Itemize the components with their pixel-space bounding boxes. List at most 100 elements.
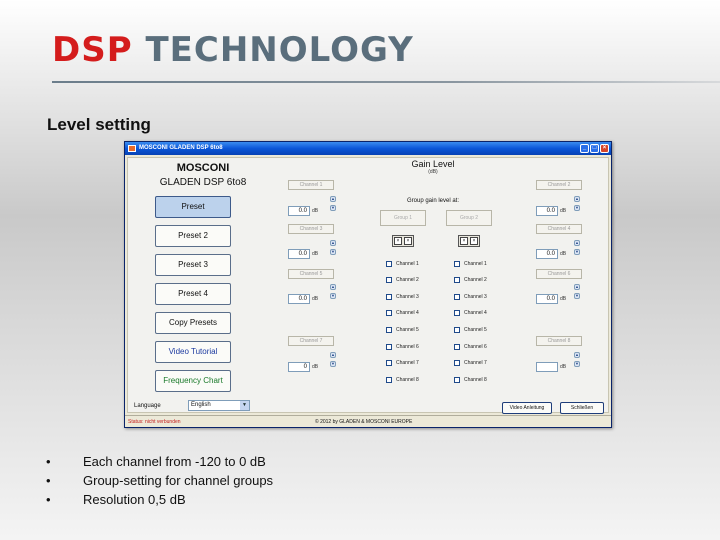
channel-4-button[interactable]: Channel 4 bbox=[536, 224, 582, 234]
channel-8-value[interactable] bbox=[536, 362, 558, 372]
group-2-check-row[interactable]: Channel 3 bbox=[454, 294, 487, 300]
group-1-check-row[interactable]: Channel 5 bbox=[386, 327, 419, 333]
channel-7-unit: dB bbox=[312, 364, 319, 370]
preset-3-button[interactable]: Preset 3 bbox=[155, 254, 231, 276]
spin-down-icon[interactable]: ▼ bbox=[574, 361, 580, 367]
spin-up-icon[interactable]: ▲ bbox=[574, 240, 580, 246]
check-label: Channel 5 bbox=[396, 327, 419, 333]
group-1-check-row[interactable]: Channel 3 bbox=[386, 294, 419, 300]
channel-4-value[interactable]: 0.0 bbox=[536, 249, 558, 259]
channel-4-spinner[interactable]: ▲ ▼ bbox=[574, 240, 580, 255]
spin-up-icon[interactable]: ▲ bbox=[574, 284, 580, 290]
spin-up-icon[interactable]: ▲ bbox=[330, 284, 336, 290]
spin-down-icon[interactable]: ▼ bbox=[574, 293, 580, 299]
spin-up-icon[interactable]: ▲ bbox=[330, 352, 336, 358]
checkbox[interactable] bbox=[386, 360, 392, 366]
preset-4-button[interactable]: Preset 4 bbox=[155, 283, 231, 305]
channel-5-value[interactable]: 0.0 bbox=[288, 294, 310, 304]
group-2-check-row[interactable]: Channel 8 bbox=[454, 377, 487, 383]
group-1-check-row[interactable]: Channel 7 bbox=[386, 360, 419, 366]
checkbox[interactable] bbox=[386, 310, 392, 316]
group-2-check-row[interactable]: Channel 4 bbox=[454, 310, 487, 316]
channel-7-spinner[interactable]: ▲ ▼ bbox=[330, 352, 336, 367]
spin-up-icon[interactable]: ▲ bbox=[330, 196, 336, 202]
channel-7-value[interactable]: 0 bbox=[288, 362, 310, 372]
spin-down-icon[interactable]: ▼ bbox=[330, 293, 336, 299]
spin-down-icon[interactable]: ▼ bbox=[330, 361, 336, 367]
copy-presets-button[interactable]: Copy Presets bbox=[155, 312, 231, 334]
checkbox[interactable] bbox=[454, 294, 460, 300]
group-1-check-row[interactable]: Channel 8 bbox=[386, 377, 419, 383]
language-select[interactable]: English ▼ bbox=[188, 400, 250, 411]
checkbox[interactable] bbox=[454, 377, 460, 383]
spin-down-icon[interactable]: ▼ bbox=[330, 205, 336, 211]
group-1-indicator[interactable]: × × bbox=[392, 235, 414, 247]
bullet-list: • Each channel from -120 to 0 dB • Group-s… bbox=[46, 452, 273, 509]
channel-8-spinner[interactable]: ▲ ▼ bbox=[574, 352, 580, 367]
channel-5-spinner[interactable]: ▲ ▼ bbox=[330, 284, 336, 299]
channel-6-value[interactable]: 0.0 bbox=[536, 294, 558, 304]
spin-down-icon[interactable]: ▼ bbox=[330, 249, 336, 255]
checkbox[interactable] bbox=[454, 327, 460, 333]
bullet-icon: • bbox=[46, 454, 51, 469]
spin-up-icon[interactable]: ▲ bbox=[574, 196, 580, 202]
channel-1-spinner[interactable]: ▲ ▼ bbox=[330, 196, 336, 211]
spin-up-icon[interactable]: ▲ bbox=[330, 240, 336, 246]
group-2-check-row[interactable]: Channel 7 bbox=[454, 360, 487, 366]
checkbox[interactable] bbox=[386, 294, 392, 300]
spin-up-icon[interactable]: ▲ bbox=[574, 352, 580, 358]
group-1-check-row[interactable]: Channel 6 bbox=[386, 344, 419, 350]
checkbox[interactable] bbox=[386, 344, 392, 350]
preset-2-button[interactable]: Preset 2 bbox=[155, 225, 231, 247]
group-2-check-row[interactable]: Channel 2 bbox=[454, 277, 487, 283]
channel-6-button[interactable]: Channel 6 bbox=[536, 269, 582, 279]
video-tutorial-button[interactable]: Video Tutorial bbox=[155, 341, 231, 363]
group-1-check-row[interactable]: Channel 1 bbox=[386, 261, 419, 267]
channel-8-button[interactable]: Channel 8 bbox=[536, 336, 582, 346]
channel-2-spinner[interactable]: ▲ ▼ bbox=[574, 196, 580, 211]
channel-2-button[interactable]: Channel 2 bbox=[536, 180, 582, 190]
group-2-check-row[interactable]: Channel 1 bbox=[454, 261, 487, 267]
checkbox[interactable] bbox=[454, 310, 460, 316]
frequency-chart-button[interactable]: Frequency Chart bbox=[155, 370, 231, 392]
group-2-check-row[interactable]: Channel 6 bbox=[454, 344, 487, 350]
channel-2-value[interactable]: 0.0 bbox=[536, 206, 558, 216]
group-1-box[interactable]: Group 1 bbox=[380, 210, 426, 226]
group-1-check-row[interactable]: Channel 2 bbox=[386, 277, 419, 283]
checkbox[interactable] bbox=[386, 377, 392, 383]
spin-down-icon[interactable]: ▼ bbox=[574, 205, 580, 211]
chevron-down-icon[interactable]: ▼ bbox=[240, 401, 249, 410]
group-2-box[interactable]: Group 2 bbox=[446, 210, 492, 226]
channel-3-value[interactable]: 0.0 bbox=[288, 249, 310, 259]
channel-5-button[interactable]: Channel 5 bbox=[288, 269, 334, 279]
preset-button[interactable]: Preset bbox=[155, 196, 231, 218]
checkbox[interactable] bbox=[386, 277, 392, 283]
channel-6-spinner[interactable]: ▲ ▼ bbox=[574, 284, 580, 299]
checkbox[interactable] bbox=[386, 261, 392, 267]
close-button[interactable]: × bbox=[600, 144, 609, 153]
channel-3-spinner[interactable]: ▲ ▼ bbox=[330, 240, 336, 255]
checkbox[interactable] bbox=[454, 261, 460, 267]
group-2-check-row[interactable]: Channel 5 bbox=[454, 327, 487, 333]
spin-down-icon[interactable]: ▼ bbox=[574, 249, 580, 255]
model-label: GLADEN DSP 6to8 bbox=[159, 177, 247, 188]
maximize-button[interactable]: □ bbox=[590, 144, 599, 153]
copyright-text: © 2012 by GLADEN & MOSCONI EUROPE bbox=[315, 419, 413, 425]
minimize-button[interactable]: _ bbox=[580, 144, 589, 153]
checkbox[interactable] bbox=[454, 360, 460, 366]
checkbox[interactable] bbox=[454, 344, 460, 350]
checkbox[interactable] bbox=[386, 327, 392, 333]
checkbox[interactable] bbox=[454, 277, 460, 283]
check-label: Channel 4 bbox=[396, 310, 419, 316]
channel-1-button[interactable]: Channel 1 bbox=[288, 180, 334, 190]
app-window: MOSCONI GLADEN DSP 6to8 _ □ × MOSCONI GL… bbox=[124, 141, 612, 428]
channel-3-button[interactable]: Channel 3 bbox=[288, 224, 334, 234]
channel-1-value[interactable]: 0.0 bbox=[288, 206, 310, 216]
group-2-indicator[interactable]: × × bbox=[458, 235, 480, 247]
channel-7-button[interactable]: Channel 7 bbox=[288, 336, 334, 346]
group-1-check-row[interactable]: Channel 4 bbox=[386, 310, 419, 316]
status-bar: Status: nicht verbunden © 2012 by GLADEN… bbox=[125, 415, 611, 427]
channel-4-unit: dB bbox=[560, 251, 567, 257]
video-manual-button[interactable]: Video Anleitung bbox=[502, 402, 552, 414]
close-window-button[interactable]: Schließen bbox=[560, 402, 604, 414]
